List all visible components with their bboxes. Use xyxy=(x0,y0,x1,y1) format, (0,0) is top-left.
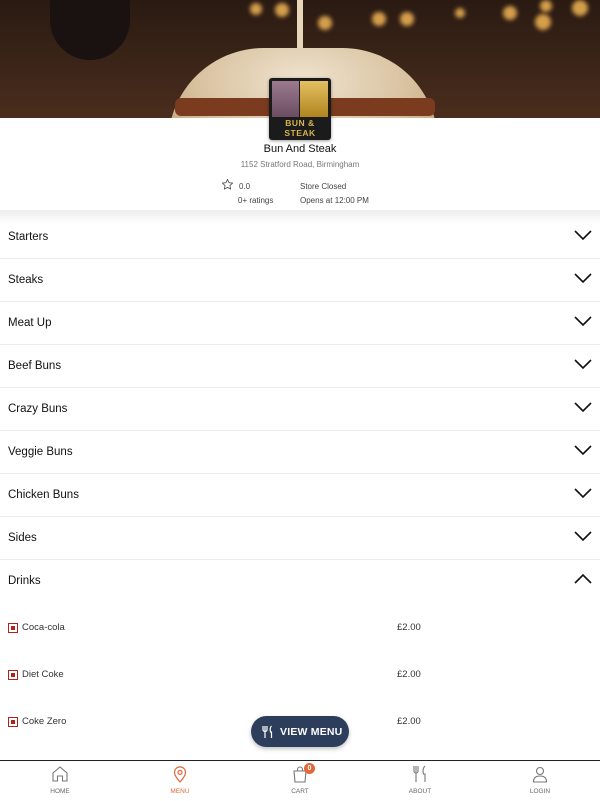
view-menu-button[interactable]: VIEW MENU xyxy=(251,716,349,747)
nav-tab-login[interactable]: LOGIN xyxy=(480,761,600,801)
category-starters[interactable]: Starters xyxy=(0,216,600,259)
list-item[interactable]: Diet Coke £2.00 xyxy=(0,667,600,687)
chevron-down-icon xyxy=(574,230,592,241)
category-label: Beef Buns xyxy=(8,360,62,372)
item-checkbox[interactable] xyxy=(8,623,18,633)
nav-tab-label: HOME xyxy=(50,788,70,795)
nav-tab-label: MENU xyxy=(170,788,190,795)
category-label: Meat Up xyxy=(8,317,52,329)
category-crazy-buns[interactable]: Crazy Buns xyxy=(0,388,600,431)
chevron-down-icon xyxy=(574,273,592,284)
rating-value: 0.0 xyxy=(239,182,251,191)
nav-tab-label: ABOUT xyxy=(408,788,432,795)
chevron-down-icon xyxy=(574,531,592,542)
category-sides[interactable]: Sides xyxy=(0,517,600,560)
item-name: Coca-cola xyxy=(22,622,65,633)
nav-tab-label: LOGIN xyxy=(529,788,551,795)
star-icon xyxy=(221,178,234,190)
item-checkbox[interactable] xyxy=(8,717,18,727)
nav-tab-menu[interactable]: MENU xyxy=(120,761,240,801)
chevron-down-icon xyxy=(574,359,592,370)
nav-tab-label: CART xyxy=(291,788,309,795)
category-label: Steaks xyxy=(8,274,44,286)
store-status: Store Closed xyxy=(300,182,347,191)
store-logo: BUN & STEAK xyxy=(269,78,331,140)
category-veggie-buns[interactable]: Veggie Buns xyxy=(0,431,600,474)
nav-tab-home[interactable]: HOME xyxy=(0,761,120,801)
item-name: Coke Zero xyxy=(22,716,67,727)
category-beef-buns[interactable]: Beef Buns xyxy=(0,345,600,388)
category-label: Chicken Buns xyxy=(8,489,79,501)
view-menu-label: VIEW MENU xyxy=(280,726,343,738)
nav-tab-cart[interactable]: 0 CART xyxy=(240,761,360,801)
category-chicken-buns[interactable]: Chicken Buns xyxy=(0,474,600,517)
category-label: Veggie Buns xyxy=(8,446,73,458)
menu-category-list: Starters Steaks Meat Up Beef Buns Crazy … xyxy=(0,216,600,602)
category-drinks[interactable]: Drinks xyxy=(0,560,600,602)
list-item[interactable]: Coca-cola £2.00 xyxy=(0,620,600,640)
item-name: Diet Coke xyxy=(22,669,64,680)
category-meat-up[interactable]: Meat Up xyxy=(0,302,600,345)
cart-count-badge: 0 xyxy=(304,763,315,774)
category-label: Crazy Buns xyxy=(8,403,68,415)
item-price: £2.00 xyxy=(397,669,421,680)
category-label: Starters xyxy=(8,231,49,243)
chevron-down-icon xyxy=(574,445,592,456)
home-icon xyxy=(52,766,68,782)
cutlery-icon xyxy=(262,725,273,738)
nav-tab-about[interactable]: ABOUT xyxy=(360,761,480,801)
store-address: 1152 Stratford Road, Birmingham xyxy=(240,160,360,169)
store-name: Bun And Steak xyxy=(263,143,337,155)
rating-count: 0+ ratings xyxy=(238,196,274,205)
chevron-down-icon xyxy=(574,316,592,327)
category-label: Drinks xyxy=(8,575,41,587)
bottom-navigation: HOME MENU 0 CART ABOUT LOGIN xyxy=(0,760,600,801)
category-steaks[interactable]: Steaks xyxy=(0,259,600,302)
store-opening-time: Opens at 12:00 PM xyxy=(300,196,369,205)
location-pin-icon xyxy=(173,766,187,783)
cutlery-icon xyxy=(413,765,426,782)
chevron-down-icon xyxy=(574,402,592,413)
item-price: £2.00 xyxy=(397,716,421,727)
user-icon xyxy=(532,766,548,783)
item-checkbox[interactable] xyxy=(8,670,18,680)
item-price: £2.00 xyxy=(397,622,421,633)
chevron-down-icon xyxy=(574,488,592,499)
category-label: Sides xyxy=(8,532,37,544)
chevron-up-icon xyxy=(574,573,592,584)
